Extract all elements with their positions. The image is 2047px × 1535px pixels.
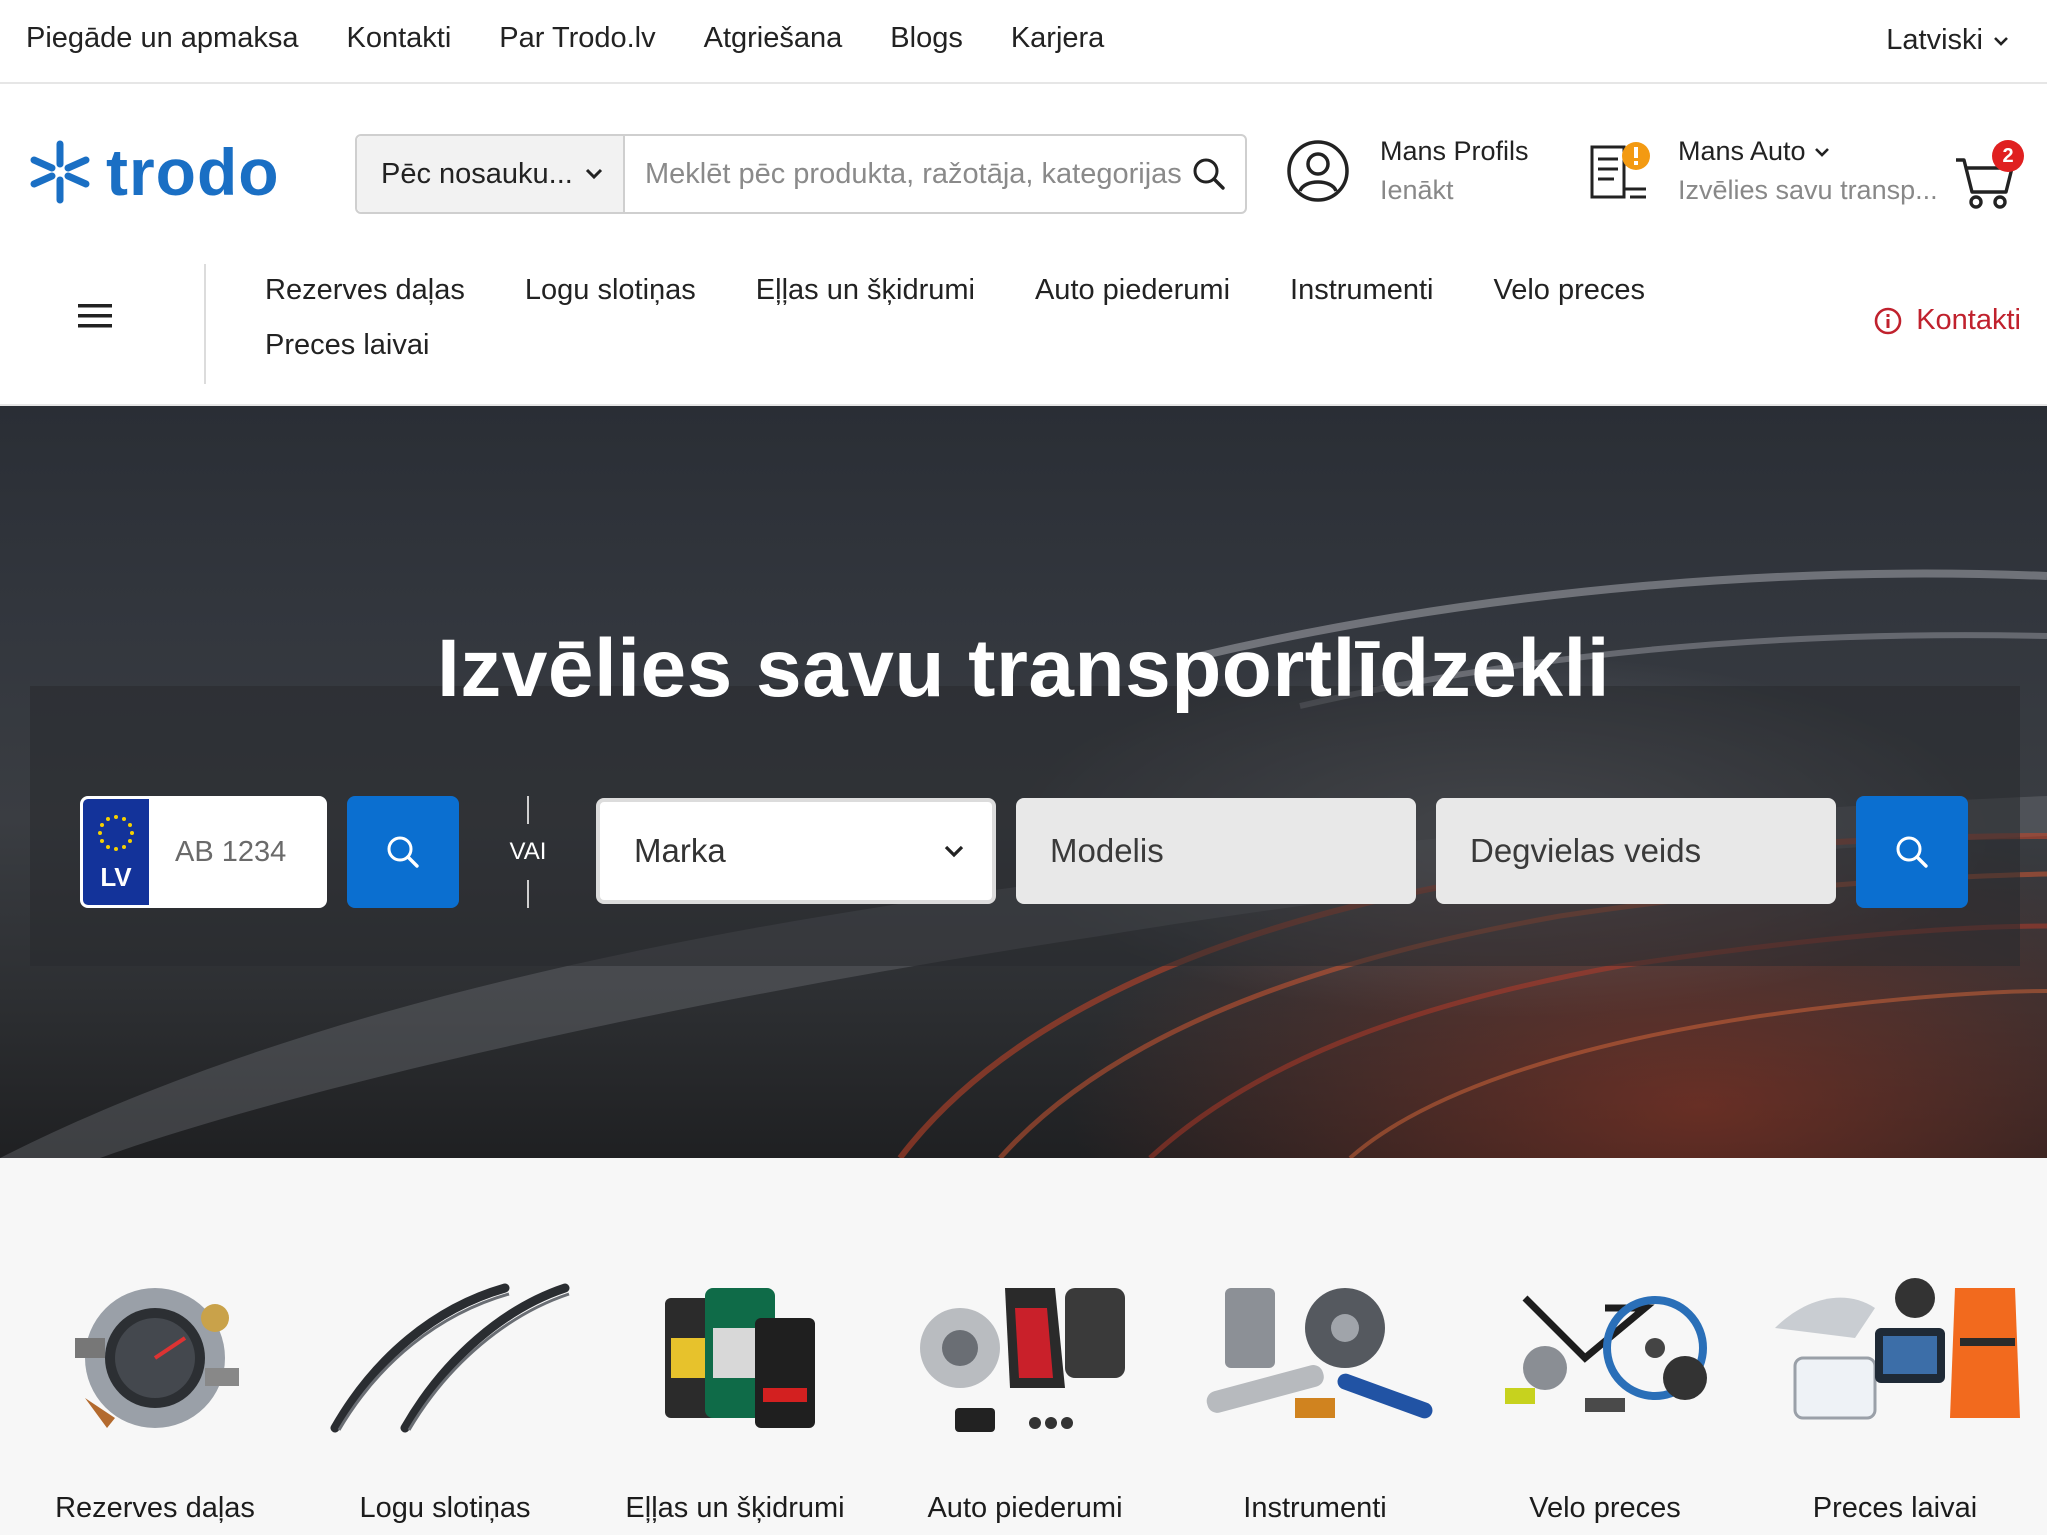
plate-search-button[interactable] bbox=[347, 796, 459, 908]
top-utility-bar: Piegāde un apmaksa Kontakti Par Trodo.lv… bbox=[0, 0, 2047, 84]
link-delivery-payment[interactable]: Piegāde un apmaksa bbox=[26, 22, 298, 55]
vehicle-selector-hero: Izvēlies savu transportlīdzekli LV VAI M… bbox=[0, 406, 2047, 1158]
license-plate-field: LV bbox=[80, 796, 327, 908]
chevron-down-icon bbox=[1994, 36, 2008, 46]
plate-number-input[interactable] bbox=[149, 799, 324, 905]
category-card-bicycle[interactable]: Velo preces bbox=[1460, 1268, 1750, 1524]
user-icon bbox=[1287, 140, 1349, 202]
link-about[interactable]: Par Trodo.lv bbox=[499, 22, 655, 55]
link-returns[interactable]: Atgriešana bbox=[704, 22, 843, 55]
info-icon bbox=[1874, 307, 1902, 334]
logo-text: trodo bbox=[106, 135, 280, 209]
wipers-icon bbox=[330, 1268, 570, 1448]
nav-item-bicycle[interactable]: Velo preces bbox=[1493, 274, 1645, 307]
chevron-down-icon bbox=[944, 845, 964, 858]
category-card-boat[interactable]: Preces laivai bbox=[1750, 1268, 2040, 1524]
category-card-car-accessories[interactable]: Auto piederumi bbox=[880, 1268, 1170, 1524]
main-header: trodo Pēc nosauku... Mans Profils Ienākt bbox=[0, 84, 2047, 254]
link-contacts[interactable]: Kontakti bbox=[346, 22, 451, 55]
link-career[interactable]: Karjera bbox=[1011, 22, 1105, 55]
category-label: Instrumenti bbox=[1243, 1492, 1387, 1524]
contact-link[interactable]: Kontakti bbox=[1874, 304, 2021, 337]
search-field bbox=[625, 136, 1245, 212]
chevron-down-icon bbox=[585, 168, 603, 180]
my-car[interactable]: Mans Auto Izvēlies savu transp... bbox=[1586, 136, 1938, 206]
category-card-tools[interactable]: Instrumenti bbox=[1170, 1268, 1460, 1524]
search-mode-label: Pēc nosauku... bbox=[381, 157, 573, 190]
fuel-type-select-label: Degvielas veids bbox=[1470, 832, 1702, 869]
category-label: Eļļas un šķidrumi bbox=[625, 1492, 845, 1524]
category-card-wipers[interactable]: Logu slotiņas bbox=[300, 1268, 590, 1524]
search-icon[interactable] bbox=[1191, 156, 1227, 192]
cart-count-badge: 2 bbox=[1992, 140, 2024, 172]
nav-item-spare-parts[interactable]: Rezerves daļas bbox=[265, 274, 465, 307]
nav-item-wipers[interactable]: Logu slotiņas bbox=[525, 274, 696, 307]
search-icon bbox=[387, 836, 419, 868]
category-label: Preces laivai bbox=[1812, 1492, 1978, 1524]
or-label: VAI bbox=[509, 838, 547, 865]
boat-icon bbox=[1775, 1268, 2020, 1448]
search-mode-dropdown[interactable]: Pēc nosauku... bbox=[357, 136, 625, 212]
spare-parts-icon bbox=[45, 1268, 265, 1448]
nav-item-tools[interactable]: Instrumenti bbox=[1290, 274, 1433, 307]
eu-plate-badge: LV bbox=[83, 799, 149, 905]
or-separator: VAI bbox=[500, 796, 556, 908]
eu-stars-icon bbox=[98, 815, 134, 851]
model-select[interactable]: Modelis bbox=[1016, 798, 1416, 904]
category-label: Velo preces bbox=[1529, 1492, 1681, 1524]
top-links: Piegāde un apmaksa Kontakti Par Trodo.lv… bbox=[26, 22, 1104, 55]
category-grid: Rezerves daļas Logu slotiņas Eļļas un šķ bbox=[0, 1158, 2047, 1535]
oil-icon bbox=[625, 1268, 845, 1448]
search-bar: Pēc nosauku... bbox=[355, 134, 1247, 214]
category-label: Logu slotiņas bbox=[359, 1492, 531, 1524]
make-select-label: Marka bbox=[634, 832, 726, 869]
vehicle-search-button[interactable] bbox=[1856, 796, 1968, 908]
category-card-oils[interactable]: Eļļas un šķidrumi bbox=[590, 1268, 880, 1524]
language-selector[interactable]: Latviski bbox=[1886, 24, 2009, 57]
category-label: Rezerves daļas bbox=[55, 1492, 255, 1524]
category-links: Rezerves daļas Logu slotiņas Eļļas un šķ… bbox=[265, 274, 1815, 362]
nav-item-oils[interactable]: Eļļas un šķidrumi bbox=[756, 274, 975, 307]
my-profile[interactable]: Mans Profils Ienākt bbox=[1286, 136, 1529, 206]
hero-title: Izvēlies savu transportlīdzekli bbox=[436, 623, 1611, 714]
shopping-cart[interactable]: 2 bbox=[1954, 140, 2024, 210]
link-blog[interactable]: Blogs bbox=[890, 22, 963, 55]
fuel-type-select[interactable]: Degvielas veids bbox=[1436, 798, 1836, 904]
model-select-label: Modelis bbox=[1050, 832, 1164, 869]
category-label: Auto piederumi bbox=[927, 1492, 1123, 1524]
car-accessories-icon bbox=[915, 1268, 1135, 1448]
my-car-subtitle: Izvēlies savu transp... bbox=[1678, 175, 1938, 205]
plate-country-code: LV bbox=[100, 862, 132, 892]
category-nav: Rezerves daļas Logu slotiņas Eļļas un šķ… bbox=[0, 254, 2047, 406]
category-card-spare-parts[interactable]: Rezerves daļas bbox=[10, 1268, 300, 1524]
language-label: Latviski bbox=[1886, 24, 1983, 56]
search-input[interactable] bbox=[645, 157, 1191, 191]
trodo-logo[interactable]: trodo bbox=[28, 139, 280, 205]
contact-label: Kontakti bbox=[1916, 304, 2021, 336]
nav-item-accessories[interactable]: Auto piederumi bbox=[1035, 274, 1230, 307]
bicycle-icon bbox=[1495, 1268, 1715, 1448]
make-select[interactable]: Marka bbox=[596, 798, 996, 904]
star-logo-icon bbox=[30, 140, 90, 204]
my-car-title: Mans Auto bbox=[1678, 136, 1806, 166]
profile-title: Mans Profils bbox=[1380, 136, 1529, 166]
profile-login[interactable]: Ienākt bbox=[1380, 175, 1529, 206]
vehicle-list-icon bbox=[1590, 142, 1650, 199]
search-icon bbox=[1896, 836, 1928, 868]
chevron-down-icon bbox=[1814, 147, 1829, 157]
tools-icon bbox=[1205, 1268, 1433, 1448]
hamburger-menu-icon[interactable] bbox=[78, 302, 112, 330]
nav-item-boat[interactable]: Preces laivai bbox=[265, 329, 429, 362]
nav-divider bbox=[204, 264, 206, 384]
